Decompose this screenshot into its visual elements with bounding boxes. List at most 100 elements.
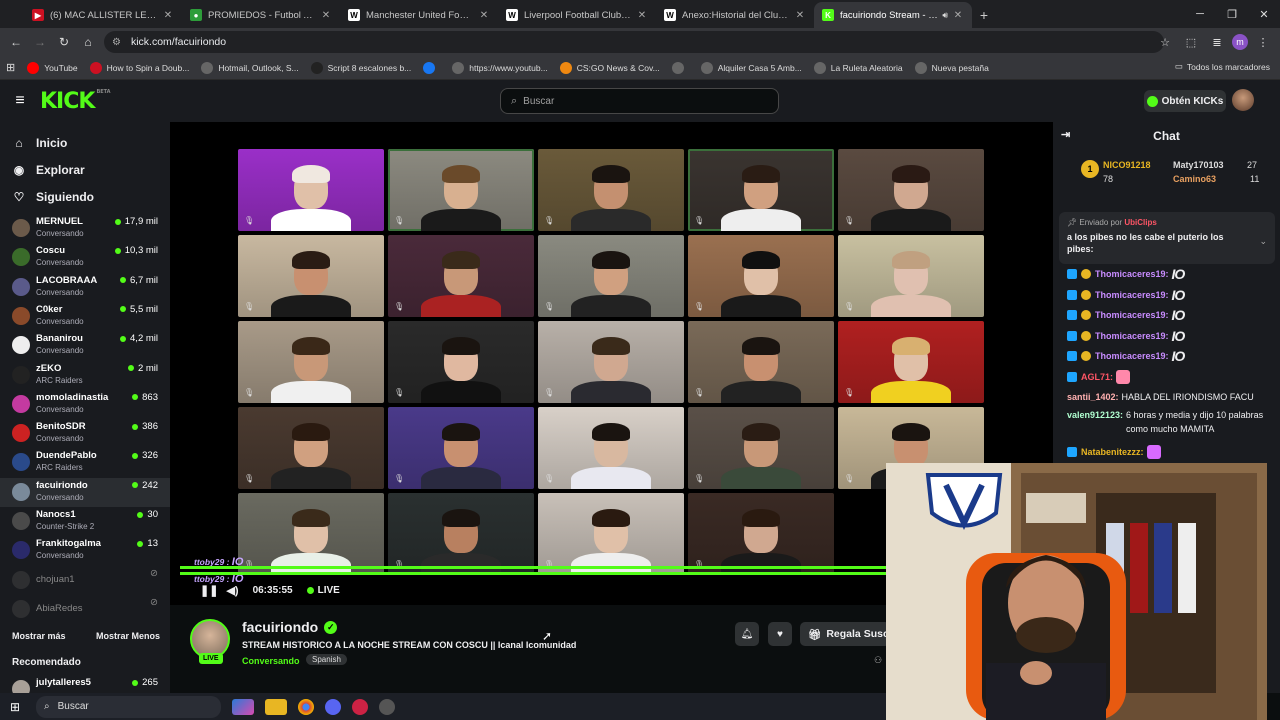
chat-username[interactable]: Thomicaceres19: (1095, 331, 1169, 341)
close-tab-icon[interactable]: ✕ (636, 10, 648, 21)
sidebar-item-channel[interactable]: DuendePablo ARC Raiders 326 (0, 448, 170, 477)
search-input[interactable]: ⌕ Buscar (500, 88, 779, 114)
copilot-icon[interactable] (232, 698, 254, 715)
chat-message[interactable]: Thomicaceres19: IO (1067, 305, 1277, 326)
bookmark-item[interactable]: CS:GO News & Cov... (559, 61, 660, 74)
menu-hamburger-icon[interactable]: ≡ (0, 92, 40, 110)
file-explorer-icon[interactable] (265, 698, 287, 715)
reload-icon[interactable]: ↻ (52, 35, 76, 49)
browser-tab[interactable]: ▶ (6) MAC ALLISTER LE DIO UN TI ✕ (24, 2, 182, 28)
app-icon[interactable] (352, 698, 368, 715)
browser-tab[interactable]: ● PROMIEDOS - Futbol Argentino ✕ (182, 2, 340, 28)
sidebar-item-channel[interactable]: C0ker Conversando 5,5 mil (0, 302, 170, 331)
bookmark-star-icon[interactable]: ☆ (1154, 36, 1176, 49)
address-bar[interactable]: ⚙ kick.com/facuiriondo (104, 31, 1164, 53)
chat-message[interactable]: Natabenitezzz: (1067, 442, 1277, 463)
bookmark-item[interactable]: Script 8 escalones b... (310, 61, 411, 74)
notifications-button[interactable]: 🔔︎ (735, 622, 759, 646)
browser-tab[interactable]: W Manchester United Football Cl ✕ (340, 2, 498, 28)
chat-message[interactable]: AGL71: (1067, 367, 1277, 388)
sidebar-item-inicio[interactable]: ⌂ Inicio (0, 129, 170, 156)
sidebar-item-channel[interactable]: zEKO ARC Raiders 2 mil (0, 361, 170, 390)
chat-username[interactable]: Natabenitezzz: (1081, 447, 1144, 457)
sidebar-item-channel[interactable]: BenitoSDR Conversando 386 (0, 419, 170, 448)
bookmark-item[interactable]: How to Spin a Doub... (89, 61, 189, 74)
discord-icon[interactable] (325, 698, 341, 715)
chat-message[interactable]: Thomicaceres19: IO (1067, 326, 1277, 347)
chat-username[interactable]: santii_1402: (1067, 392, 1119, 402)
bookmark-item[interactable]: Hotmail, Outlook, S... (201, 61, 299, 74)
sidebar-item-channel[interactable]: chojuan1 ⊘ (0, 566, 170, 595)
close-window-icon[interactable]: ✕ (1248, 0, 1280, 28)
sidebar-item-channel[interactable]: Nanocs1 Counter-Strike 2 30 (0, 507, 170, 536)
sidebar-item-channel[interactable]: Frankitogalma Conversando 13 (0, 536, 170, 565)
chat-message[interactable]: Thomicaceres19: IO (1067, 264, 1277, 285)
bookmark-item[interactable]: Nueva pestaña (914, 61, 989, 74)
close-tab-icon[interactable]: ✕ (952, 10, 964, 21)
pinned-message[interactable]: 📌︎ Enviado por UbiClips a los pibes no l… (1059, 212, 1275, 264)
bookmark-item[interactable] (671, 61, 689, 74)
chat-username[interactable]: Thomicaceres19: (1095, 269, 1169, 279)
stream-category[interactable]: Conversando (242, 656, 300, 666)
sidebar-item-recommended[interactable]: julytalleres5 265 (0, 675, 170, 693)
home-browser-icon[interactable]: ⌂ (76, 35, 100, 49)
share-icon[interactable]: ⚇ (874, 655, 882, 666)
bookmark-item[interactable] (423, 61, 440, 74)
bookmark-item[interactable]: YouTube (27, 61, 78, 74)
forward-icon[interactable]: → (28, 35, 52, 49)
chat-message[interactable]: valen912123: 6 horas y media y dijo 10 pa… (1067, 408, 1277, 442)
media-control-icon[interactable]: ≣ (1206, 36, 1228, 49)
sidebar-item-channel[interactable]: AbiaRedes ⊘ (0, 595, 170, 624)
close-tab-icon[interactable]: ✕ (794, 10, 806, 21)
chat-username[interactable]: Thomicaceres19: (1095, 351, 1169, 361)
user-avatar[interactable] (1232, 89, 1254, 111)
chat-message[interactable]: Thomicaceres19: IO (1067, 285, 1277, 306)
close-tab-icon[interactable]: ✕ (320, 10, 332, 21)
profile-avatar[interactable]: m (1232, 34, 1248, 50)
bookmark-item[interactable]: Alquiler Casa 5 Amb... (700, 61, 802, 74)
sidebar-item-channel[interactable]: MERNUEL Conversando 17,9 mil (0, 214, 170, 243)
close-tab-icon[interactable]: ✕ (162, 10, 174, 21)
gift-sub-button[interactable]: 🎁︎ Regala Susc (800, 622, 890, 646)
sidebar-item-channel[interactable]: momoladinastia Conversando 863 (0, 390, 170, 419)
pause-icon[interactable]: ❚❚ (200, 584, 218, 597)
show-more-button[interactable]: Mostrar más (12, 631, 66, 641)
bookmark-item[interactable]: https://www.youtub... (452, 61, 548, 74)
show-less-button[interactable]: Mostrar Menos (96, 631, 160, 641)
chat-username[interactable]: valen912123: (1067, 408, 1123, 422)
windows-start-icon[interactable]: ⊞ (0, 700, 30, 714)
chrome-icon[interactable] (298, 698, 314, 715)
sidebar-item-siguiendo[interactable]: ♡ Siguiendo (0, 183, 170, 210)
taskbar-search[interactable]: ⌕ Buscar (36, 695, 221, 718)
chat-message[interactable]: Thomicaceres19: IO (1067, 346, 1277, 367)
sidebar-item-channel[interactable]: Bananirou Conversando 4,2 mil (0, 331, 170, 360)
sidebar-item-channel[interactable]: Coscu Conversando 10,3 mil (0, 243, 170, 272)
browser-tab[interactable]: W Liverpool Football Club - Wikip ✕ (498, 2, 656, 28)
menu-kebab-icon[interactable]: ⋮ (1252, 36, 1274, 49)
chat-username[interactable]: AGL71: (1081, 372, 1113, 382)
apps-grid-icon[interactable]: ⊞ (6, 61, 15, 74)
all-bookmarks[interactable]: ▭ Todos los marcadores (1175, 61, 1270, 72)
chevron-down-icon[interactable]: ⌄ (1259, 236, 1267, 247)
extensions-icon[interactable]: ⬚ (1180, 36, 1202, 49)
kick-logo[interactable]: KICK BETA (40, 89, 111, 114)
browser-tab[interactable]: Kfacuiriondo Stream - Watch🔊︎ ✕ (814, 2, 972, 28)
new-tab-icon[interactable]: + (972, 2, 996, 28)
sidebar-item-explorar[interactable]: ◉ Explorar (0, 156, 170, 183)
chat-message[interactable]: santii_1402: HABLA DEL IRIONDISMO FACU (1067, 387, 1277, 408)
back-icon[interactable]: ← (4, 35, 28, 49)
minimize-icon[interactable]: ─ (1184, 0, 1216, 28)
site-info-icon[interactable]: ⚙ (112, 37, 121, 48)
close-tab-icon[interactable]: ✕ (478, 10, 490, 21)
streamer-name[interactable]: facuiriondo (242, 619, 318, 635)
browser-tab[interactable]: W Anexo:Historial del Club Atlétic ✕ (656, 2, 814, 28)
collapse-chat-icon[interactable]: ⇥ (1061, 128, 1070, 141)
volume-icon[interactable]: ◀) (226, 584, 238, 597)
language-tag[interactable]: Spanish (306, 654, 347, 665)
progress-bar[interactable] (180, 566, 886, 569)
restore-icon[interactable]: ❐ (1216, 0, 1248, 28)
bookmark-item[interactable]: La Ruleta Aleatoria (813, 61, 903, 74)
sidebar-item-channel[interactable]: facuiriondo Conversando 242 (0, 477, 170, 507)
audio-playing-icon[interactable]: 🔊︎ (942, 10, 948, 21)
sidebar-item-channel[interactable]: LACOBRAAA Conversando 6,7 mil (0, 273, 170, 302)
